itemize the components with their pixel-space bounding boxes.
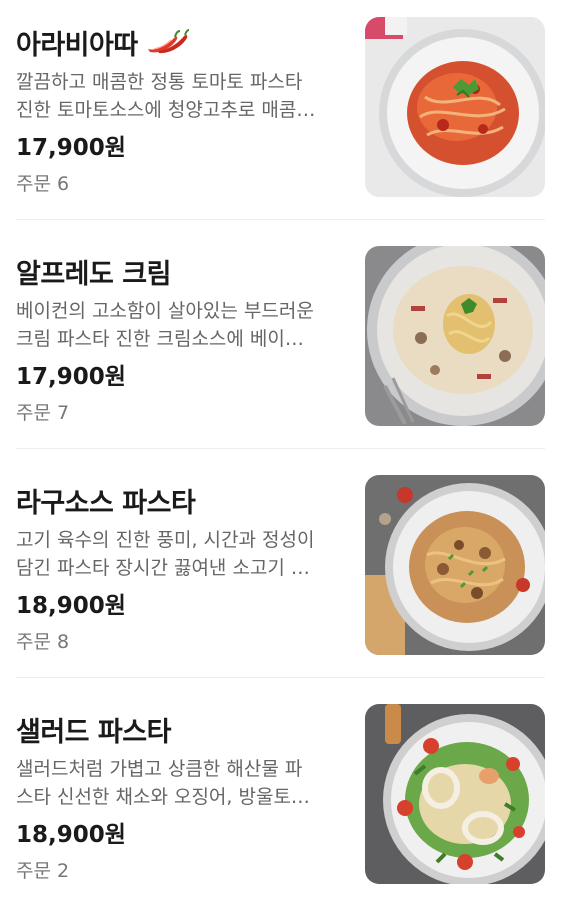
menu-item-text: 아라비아따 깔끔하고 매콤한 정통 토마토 파스타 진한 토마토소스에 청양고추… [16, 22, 341, 197]
menu-item-alfredo-cream[interactable]: 알프레도 크림 베이컨의 고소함이 살아있는 부드러운 크림 파스타 진한 크림… [0, 229, 561, 458]
item-divider [16, 677, 545, 678]
menu-item-name-row: 알프레도 크림 [16, 251, 341, 291]
orders-label: 주문 [16, 173, 51, 195]
menu-item-description: 깔끔하고 매콤한 정통 토마토 파스타 진한 토마토소스에 청양고추로 매콤… [16, 68, 341, 124]
orders-count: 7 [56, 402, 70, 424]
menu-item-orders: 주문 8 [16, 629, 341, 655]
menu-item-description: 샐러드처럼 가볍고 상큼한 해산물 파 스타 신선한 채소와 오징어, 방울토… [16, 755, 341, 811]
item-divider [16, 448, 545, 449]
menu-item-name-row: 라구소스 파스타 [16, 480, 341, 520]
description-line-2: 진한 토마토소스에 청양고추로 매콤… [16, 99, 316, 121]
description-line-2: 크림 파스타 진한 크림소스에 베이… [16, 328, 304, 350]
description-line-1: 깔끔하고 매콤한 정통 토마토 파스타 [16, 71, 303, 93]
menu-item-name: 샐러드 파스타 [16, 716, 171, 748]
orders-count: 2 [56, 860, 70, 882]
orders-count: 6 [56, 173, 70, 195]
menu-item-photo[interactable] [365, 475, 545, 655]
menu-item-name: 라구소스 파스타 [16, 487, 196, 519]
menu-item-name: 알프레도 크림 [16, 258, 171, 290]
menu-item-price: 17,900원 [16, 364, 126, 390]
description-line-1: 베이컨의 고소함이 살아있는 부드러운 [16, 300, 314, 322]
menu-item-arrabbiata[interactable]: 아라비아따 깔끔하고 매콤한 정통 토마토 파스타 진한 토마토소스에 청양고추… [0, 0, 561, 229]
menu-item-photo[interactable] [365, 246, 545, 426]
menu-item-salad-pasta[interactable]: 샐러드 파스타 샐러드처럼 가볍고 상큼한 해산물 파 스타 신선한 채소와 오… [0, 687, 561, 916]
menu-item-price: 17,900원 [16, 135, 126, 161]
description-line-1: 샐러드처럼 가볍고 상큼한 해산물 파 [16, 758, 303, 780]
menu-item-name-row: 샐러드 파스타 [16, 709, 341, 749]
menu-item-photo[interactable] [365, 17, 545, 197]
menu-item-description: 고기 육수의 진한 풍미, 시간과 정성이 담긴 파스타 장시간 끓여낸 소고기… [16, 526, 341, 582]
menu-item-name: 아라비아따 [16, 29, 138, 61]
chili-pepper-icon [144, 29, 190, 55]
menu-item-ragu-pasta[interactable]: 라구소스 파스타 고기 육수의 진한 풍미, 시간과 정성이 담긴 파스타 장시… [0, 458, 561, 687]
menu-item-orders: 주문 7 [16, 400, 341, 426]
orders-label: 주문 [16, 631, 51, 653]
menu-item-name-row: 아라비아따 [16, 22, 341, 62]
menu-item-description: 베이컨의 고소함이 살아있는 부드러운 크림 파스타 진한 크림소스에 베이… [16, 297, 341, 353]
orders-label: 주문 [16, 402, 51, 424]
description-line-2: 스타 신선한 채소와 오징어, 방울토… [16, 786, 310, 808]
menu-item-orders: 주문 6 [16, 171, 341, 197]
menu-item-price: 18,900원 [16, 822, 126, 848]
orders-count: 8 [56, 631, 70, 653]
description-line-1: 고기 육수의 진한 풍미, 시간과 정성이 [16, 529, 315, 551]
menu-item-text: 라구소스 파스타 고기 육수의 진한 풍미, 시간과 정성이 담긴 파스타 장시… [16, 480, 341, 655]
menu-item-text: 샐러드 파스타 샐러드처럼 가볍고 상큼한 해산물 파 스타 신선한 채소와 오… [16, 709, 341, 884]
item-divider [16, 219, 545, 220]
menu-item-photo[interactable] [365, 704, 545, 884]
menu-item-orders: 주문 2 [16, 858, 341, 884]
orders-label: 주문 [16, 860, 51, 882]
menu-item-text: 알프레도 크림 베이컨의 고소함이 살아있는 부드러운 크림 파스타 진한 크림… [16, 251, 341, 426]
menu-item-price: 18,900원 [16, 593, 126, 619]
description-line-2: 담긴 파스타 장시간 끓여낸 소고기 … [16, 557, 310, 579]
